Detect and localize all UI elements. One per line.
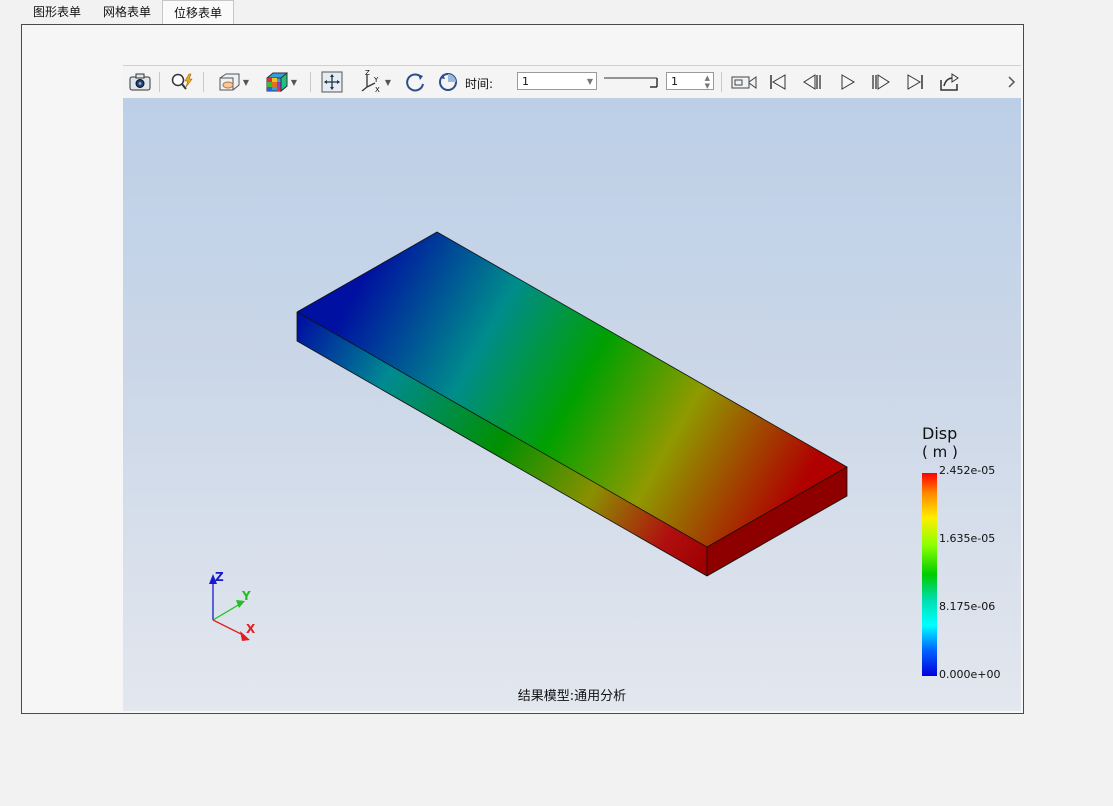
play-icon bbox=[841, 74, 855, 90]
query-icon bbox=[171, 73, 193, 90]
rotate-cw-icon bbox=[406, 73, 424, 92]
chevron-down-icon: ▼ bbox=[242, 77, 250, 87]
axis-z-label: Z bbox=[215, 570, 224, 584]
3d-viewport[interactable]: Z Y X Disp ( m ) 2.452e-05 1.635e-05 8.1… bbox=[123, 98, 1021, 711]
axis-triad: Z Y X bbox=[209, 570, 256, 641]
tab-mesh-form[interactable]: 网格表单 bbox=[92, 0, 162, 24]
color-display-button[interactable]: ▼ bbox=[261, 70, 301, 94]
color-bar bbox=[922, 473, 937, 676]
axis-y-label: Y bbox=[241, 589, 251, 603]
rotate-cw-button[interactable] bbox=[402, 70, 428, 94]
fit-view-icon bbox=[321, 71, 343, 93]
frame-stepper[interactable]: 1 ▲ ▼ bbox=[666, 72, 714, 90]
camera-icon bbox=[129, 73, 151, 91]
legend-tick-2: 1.635e-05 bbox=[939, 532, 996, 545]
axis-view-button[interactable]: ZYX ▼ bbox=[355, 70, 395, 94]
last-frame-icon bbox=[907, 74, 923, 90]
result-model: Z Y X bbox=[209, 231, 848, 641]
query-button[interactable] bbox=[169, 70, 195, 94]
next-frame-icon bbox=[872, 74, 890, 90]
viewer-toolbar: ▼ ▼ ZYX ▼ 时间: 1 ▼ 1 ▲ ▼ bbox=[123, 65, 1021, 99]
result-model-caption: 结果模型:通用分析 bbox=[517, 689, 627, 704]
model-top-face bbox=[297, 232, 847, 547]
first-frame-button[interactable] bbox=[765, 70, 791, 94]
time-label: 时间: bbox=[465, 77, 494, 91]
rotate-ccw-icon bbox=[439, 73, 457, 91]
svg-text:Z: Z bbox=[365, 70, 370, 77]
export-icon bbox=[940, 73, 959, 91]
tab-geometry-form[interactable]: 图形表单 bbox=[22, 0, 92, 24]
slider-track-icon bbox=[604, 77, 658, 88]
toolbar-overflow-button[interactable] bbox=[1007, 70, 1017, 94]
first-frame-icon bbox=[770, 74, 786, 90]
export-button[interactable] bbox=[936, 70, 962, 94]
chevron-down-icon: ▼ bbox=[290, 77, 298, 87]
axis-x-label: X bbox=[246, 622, 256, 636]
fit-view-button[interactable] bbox=[319, 70, 345, 94]
frame-stepper-value: 1 bbox=[671, 75, 678, 88]
camera-button[interactable] bbox=[127, 70, 153, 94]
color-cube-icon bbox=[266, 71, 288, 93]
chevron-down-icon: ▼ bbox=[586, 77, 593, 86]
last-frame-button[interactable] bbox=[902, 70, 928, 94]
time-select[interactable]: 1 ▼ bbox=[517, 72, 597, 90]
prev-frame-icon bbox=[803, 74, 821, 90]
time-select-value: 1 bbox=[522, 75, 529, 88]
legend-tick-min: 0.000e+00 bbox=[939, 668, 1001, 681]
stepper-arrows-icon: ▲ ▼ bbox=[704, 74, 710, 90]
section-view-icon bbox=[219, 73, 240, 91]
prev-frame-button[interactable] bbox=[799, 70, 825, 94]
axis-view-icon: ZYX bbox=[361, 70, 380, 94]
legend-title: Disp bbox=[922, 424, 958, 443]
tab-bar: 图形表单 网格表单 位移表单 bbox=[22, 0, 235, 26]
rotate-ccw-button[interactable] bbox=[435, 70, 461, 94]
section-view-button[interactable]: ▼ bbox=[213, 70, 253, 94]
overflow-chevron-icon bbox=[1008, 76, 1016, 88]
svg-text:Y: Y bbox=[373, 76, 379, 84]
legend-tick-max: 2.452e-05 bbox=[939, 464, 996, 477]
svg-text:X: X bbox=[375, 86, 380, 94]
time-slider[interactable] bbox=[601, 70, 661, 94]
play-button[interactable] bbox=[834, 70, 860, 94]
next-frame-button[interactable] bbox=[868, 70, 894, 94]
legend-tick-3: 8.175e-06 bbox=[939, 600, 996, 613]
tab-displacement-form[interactable]: 位移表单 bbox=[162, 0, 235, 26]
chevron-down-icon: ▼ bbox=[384, 77, 392, 87]
legend-unit: ( m ) bbox=[922, 443, 958, 461]
record-icon bbox=[731, 76, 757, 89]
record-button[interactable] bbox=[730, 70, 758, 94]
